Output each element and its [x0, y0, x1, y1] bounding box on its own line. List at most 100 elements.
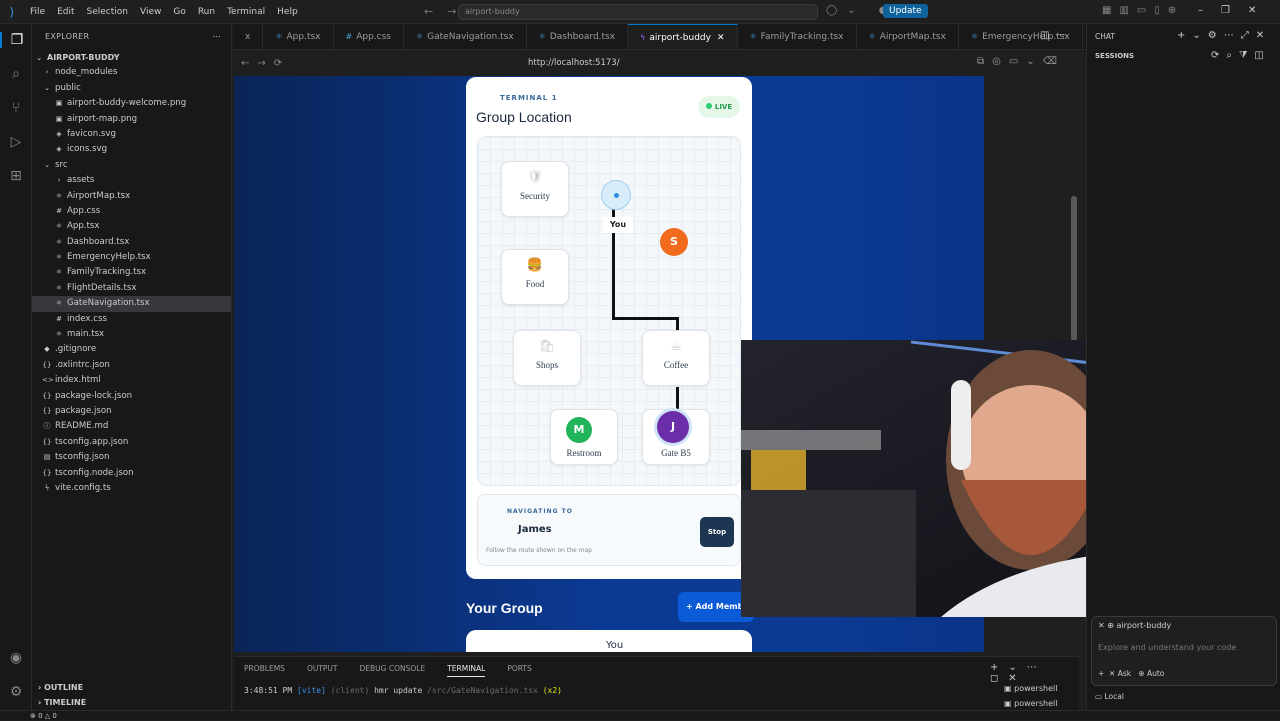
tree-item[interactable]: ▣ airport-buddy-welcome.png — [32, 96, 231, 111]
chat-input[interactable]: Explore and understand your code — [1098, 643, 1236, 652]
more-actions-icon[interactable]: ⋯ — [213, 24, 221, 50]
settings-gear-icon[interactable]: ⚙ — [0, 684, 32, 700]
member-avatar-m[interactable]: M — [566, 417, 592, 443]
workspace-root[interactable]: ⌄ AIRPORT-BUDDY — [32, 50, 231, 65]
editor-tab[interactable]: ⚛ App.tsx — [263, 24, 334, 49]
file-icon: ⚛ — [55, 283, 63, 292]
local-session-tag[interactable]: ▭ Local — [1095, 692, 1124, 701]
editor-tab[interactable]: x — [233, 24, 264, 49]
member-avatar-s[interactable]: S — [660, 228, 688, 256]
terminal-instance[interactable]: ▣ powershell — [1004, 681, 1057, 696]
close-tab-icon[interactable]: ✕ — [717, 33, 725, 43]
tree-item[interactable]: {} .oxlintrc.json — [32, 358, 231, 373]
source-control-icon[interactable]: ⑂ — [0, 100, 32, 116]
tree-item[interactable]: {} tsconfig.node.json — [32, 466, 231, 481]
live-badge: LIVE — [698, 96, 740, 118]
tree-item[interactable]: ⚛ FlightDetails.tsx — [32, 281, 231, 296]
poi-food[interactable]: 🍔 Food — [501, 249, 569, 305]
panel-tab[interactable]: PORTS — [507, 664, 531, 677]
poi-shops[interactable]: 🛍 Shops — [513, 330, 581, 386]
search-icon[interactable]: ⌕ — [0, 66, 32, 82]
menu-go[interactable]: Go — [167, 7, 191, 17]
editor-tab[interactable]: ⚛ FamilyTracking.tsx — [738, 24, 857, 49]
poi-security[interactable]: 🛡 Security — [501, 161, 569, 217]
tree-item[interactable]: # App.css — [32, 204, 231, 219]
panel-tab[interactable]: OUTPUT — [307, 664, 338, 677]
chat-actions-icon[interactable]: +⌄⚙⋯⤢✕ — [1177, 30, 1271, 41]
file-icon: › — [57, 176, 61, 185]
chat-panel: CHAT +⌄⚙⋯⤢✕ SESSIONS ⟳⌕⧩◫ ✕ ⊕ airport-bu… — [1086, 24, 1280, 710]
tree-item[interactable]: › assets — [32, 173, 231, 188]
menu-edit[interactable]: Edit — [51, 7, 80, 17]
explorer-icon[interactable]: ❐ — [0, 32, 32, 48]
tree-item[interactable]: ▤ tsconfig.json — [32, 450, 231, 465]
mode-auto[interactable]: Auto — [1147, 669, 1164, 678]
chat-input-box[interactable]: ✕ ⊕ airport-buddy Explore and understand… — [1091, 616, 1277, 686]
navigating-to-label: NAVIGATING TO — [507, 508, 573, 515]
account-icon[interactable]: ◉ — [0, 650, 32, 666]
editor-tab[interactable]: ϟ airport-buddy ✕ — [628, 24, 738, 49]
tree-item[interactable]: ⚛ AirportMap.tsx — [32, 189, 231, 204]
split-editor-icon[interactable]: ◫⋯ — [1040, 30, 1071, 41]
panel-tab[interactable]: PROBLEMS — [244, 664, 285, 677]
panel-tab[interactable]: DEBUG CONSOLE — [360, 664, 426, 677]
menu-view[interactable]: View — [134, 7, 167, 17]
context-chip[interactable]: ✕ ⊕ airport-buddy — [1098, 621, 1171, 630]
tree-item[interactable]: ⌄ public — [32, 81, 231, 96]
tree-item[interactable]: ◈ favicon.svg — [32, 127, 231, 142]
scrollbar-thumb[interactable] — [1071, 196, 1077, 341]
tree-item[interactable]: ⚛ Dashboard.tsx — [32, 235, 231, 250]
tree-item[interactable]: ⚛ main.tsx — [32, 327, 231, 342]
file-icon: ⚛ — [55, 191, 63, 200]
menu-selection[interactable]: Selection — [81, 7, 134, 17]
panel-tab[interactable]: TERMINAL — [447, 664, 486, 677]
stop-button[interactable]: Stop — [700, 517, 734, 547]
errors-icon[interactable]: ⊗ 0 △ 0 — [30, 712, 57, 720]
update-button[interactable]: Update — [883, 4, 928, 18]
file-icon: ⚛ — [55, 222, 63, 231]
editor-tab[interactable]: ⚛ Dashboard.tsx — [527, 24, 629, 49]
member-avatar-j[interactable]: J — [657, 411, 689, 443]
menu-run[interactable]: Run — [192, 7, 221, 17]
editor-tab[interactable]: ⚛ AirportMap.tsx — [857, 24, 959, 49]
tree-item[interactable]: ϟ vite.config.ts — [32, 481, 231, 496]
tree-item[interactable]: ⚛ FamilyTracking.tsx — [32, 265, 231, 280]
editor-tab[interactable]: ⚛ GateNavigation.tsx — [404, 24, 527, 49]
layout-toggle-icon[interactable]: ▦▥▭▯⊕ — [1102, 5, 1184, 16]
mode-ask[interactable]: Ask — [1118, 669, 1131, 678]
timeline-header[interactable]: › TIMELINE — [32, 695, 232, 710]
poi-coffee[interactable]: ☕ Coffee — [642, 330, 710, 386]
member-card[interactable]: You — [466, 630, 752, 652]
tree-item[interactable]: {} package.json — [32, 404, 231, 419]
file-icon: # — [56, 206, 62, 215]
tree-item[interactable]: ◈ icons.svg — [32, 142, 231, 157]
tree-item[interactable]: › node_modules — [32, 65, 231, 80]
tree-item[interactable]: ⚛ EmergencyHelp.tsx — [32, 250, 231, 265]
tree-item[interactable]: {} package-lock.json — [32, 389, 231, 404]
extensions-icon[interactable]: ⊞ — [0, 168, 32, 184]
command-center[interactable]: airport-buddy — [458, 4, 818, 20]
tree-item[interactable]: ⚛ App.tsx — [32, 219, 231, 234]
run-debug-icon[interactable]: ▷ — [0, 134, 32, 150]
browser-actions-icon[interactable]: ⧉◎▭⌄⌫ — [977, 56, 1065, 67]
terminal-map[interactable]: 🛡 Security 🍔 Food 🛍 Shops ☕ Coffee Restroom … — [477, 136, 741, 486]
menu-help[interactable]: Help — [271, 7, 304, 17]
sessions-actions-icon[interactable]: ⟳⌕⧩◫ — [1211, 50, 1271, 61]
you-location-marker[interactable] — [601, 180, 631, 210]
window-controls-icon[interactable]: –❐✕ — [1198, 5, 1274, 16]
tree-item[interactable]: ▣ airport-map.png — [32, 112, 231, 127]
tree-item[interactable]: {} tsconfig.app.json — [32, 435, 231, 450]
outline-header[interactable]: › OUTLINE — [32, 680, 232, 695]
tree-item[interactable]: ◆ .gitignore — [32, 342, 231, 357]
editor-tab[interactable]: # App.css — [334, 24, 404, 49]
tree-item[interactable]: <>index.html — [32, 373, 231, 388]
menu-terminal[interactable]: Terminal — [221, 7, 271, 17]
tree-item[interactable]: ⚛ GateNavigation.tsx — [32, 296, 231, 312]
terminal-instance[interactable]: ▣ powershell — [1004, 696, 1057, 711]
browser-nav-icon[interactable]: ←→⟳ — [241, 58, 290, 69]
tree-item[interactable]: ⌄ src — [32, 158, 231, 173]
file-icon: ◈ — [56, 129, 62, 138]
tree-item[interactable]: ⓘ README.md — [32, 419, 231, 434]
tree-item[interactable]: # index.css — [32, 312, 231, 327]
menu-file[interactable]: File — [24, 7, 51, 17]
